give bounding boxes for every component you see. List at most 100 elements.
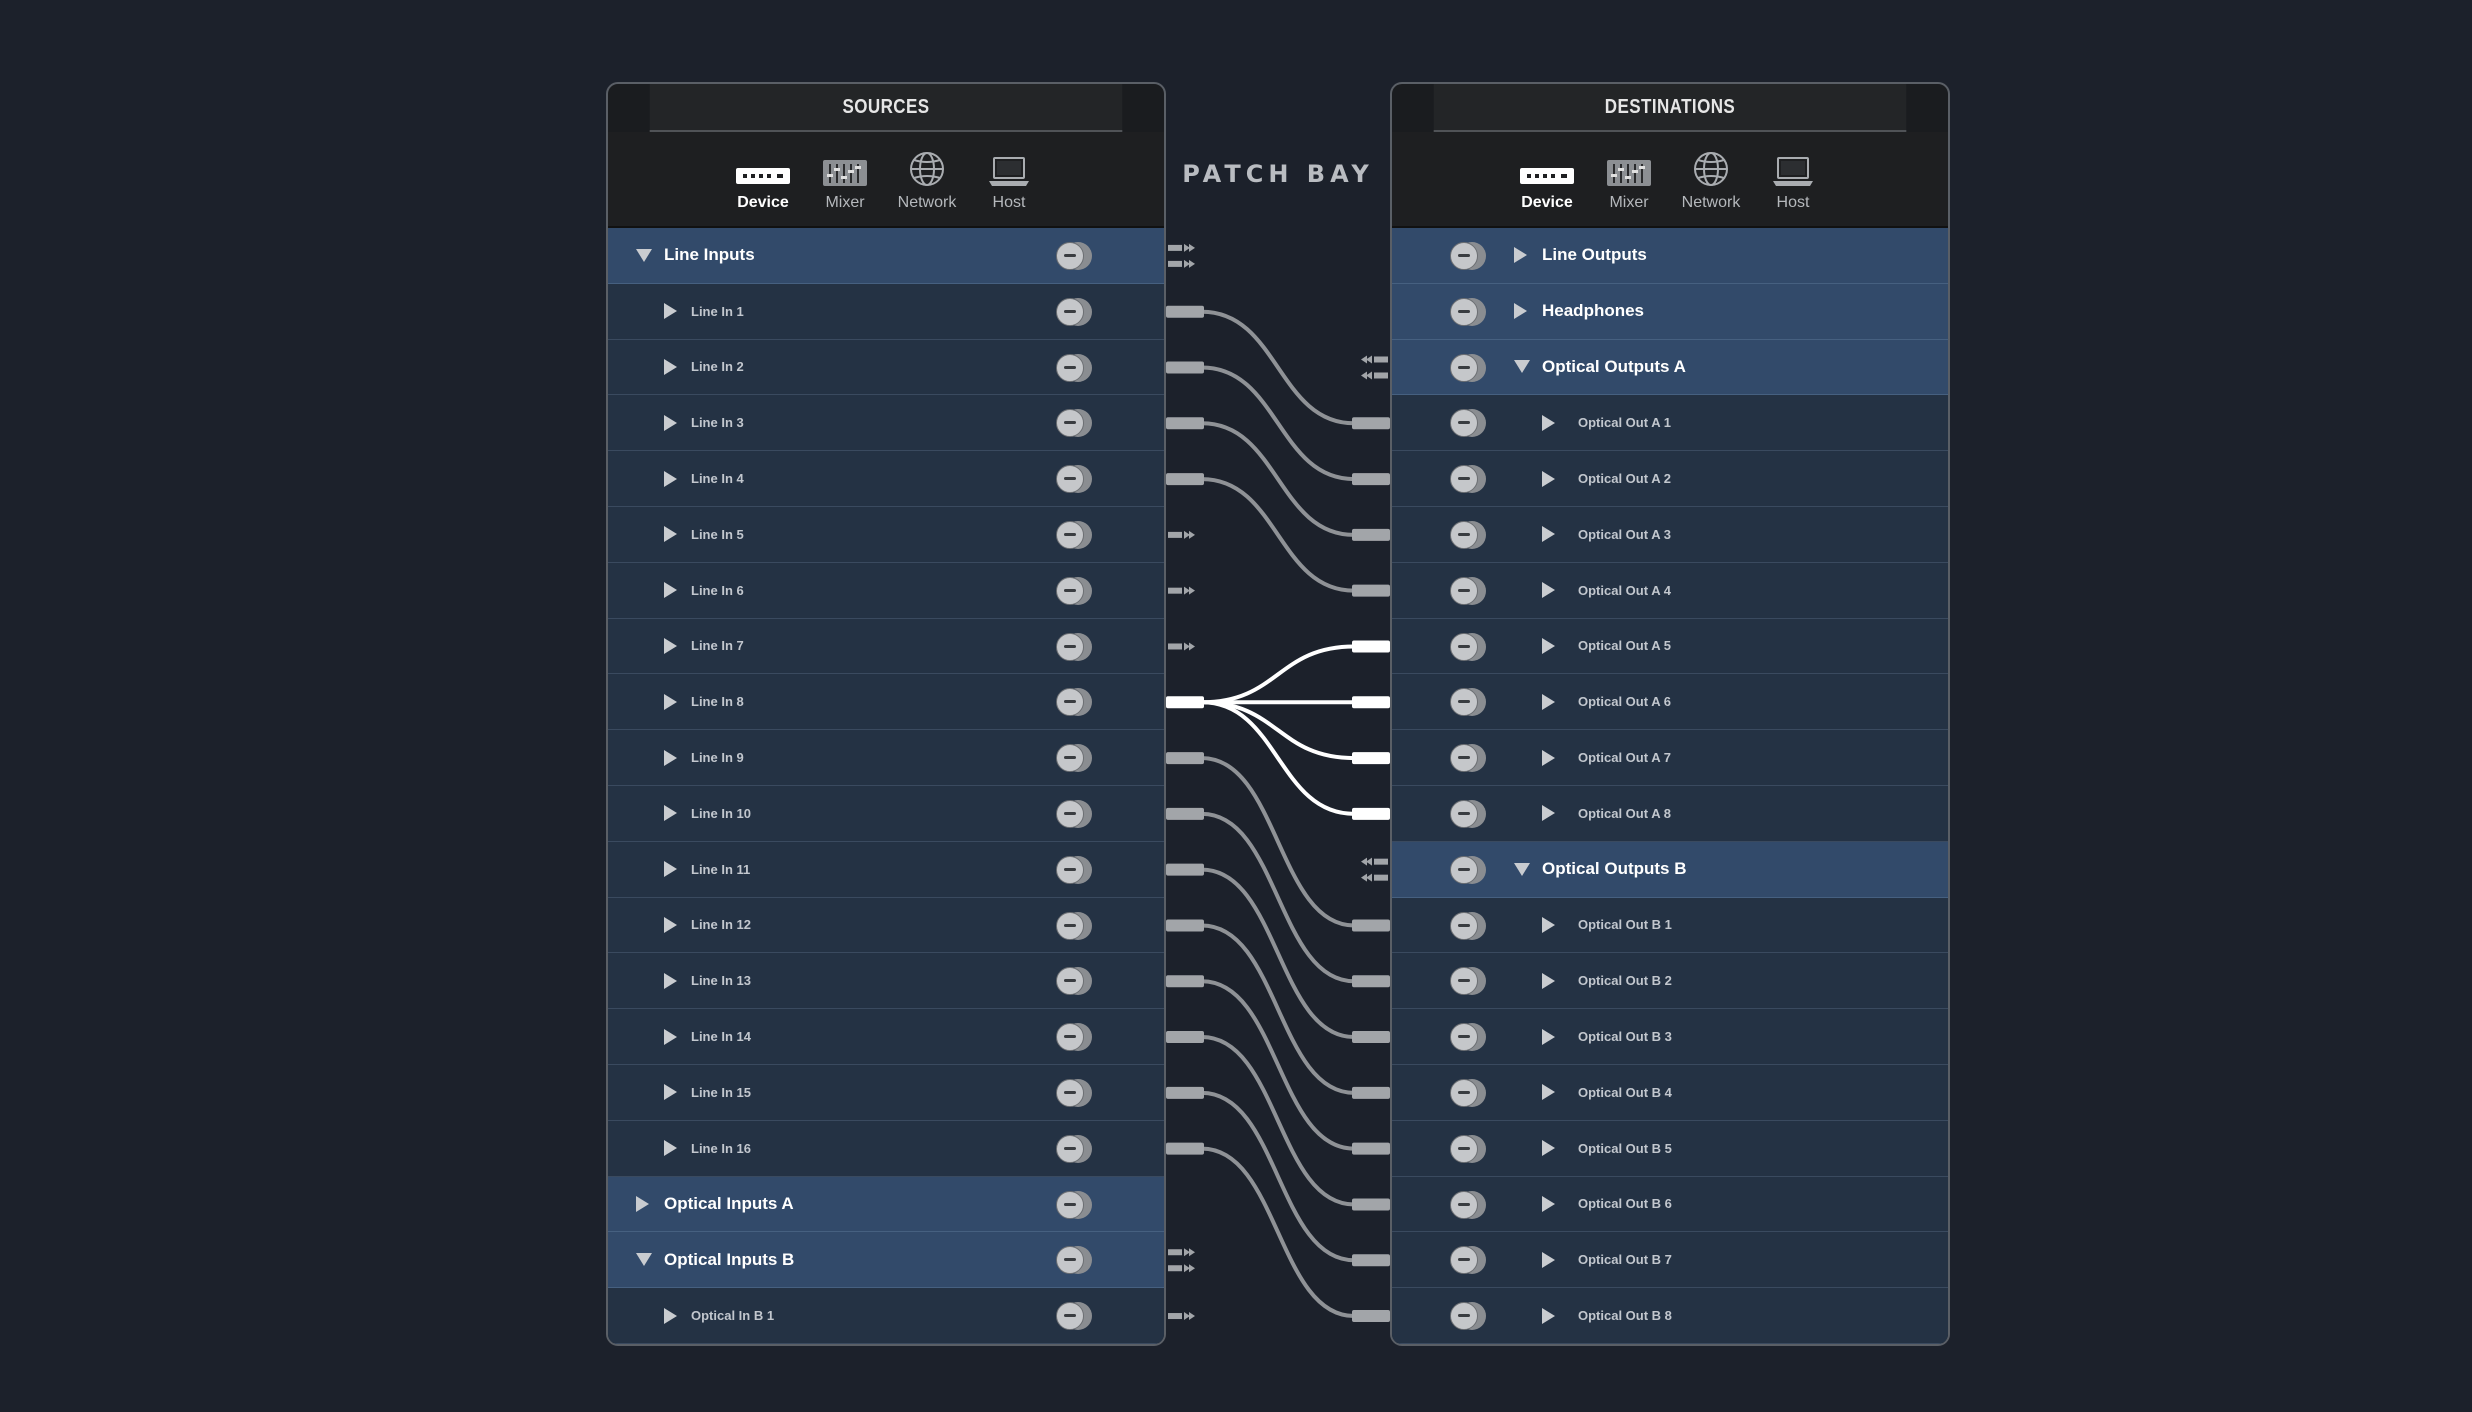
sources-tab-mixer[interactable]: Mixer [816, 132, 874, 226]
disclosure-triangle-right-icon[interactable] [1542, 414, 1555, 431]
source-channel-row[interactable]: Line In 13 [608, 953, 1164, 1010]
mute-toggle-icon[interactable] [1056, 297, 1092, 326]
disclosure-triangle-right-icon[interactable] [1514, 247, 1527, 264]
disclosure-triangle-right-icon[interactable] [664, 916, 677, 933]
disclosure-triangle-right-icon[interactable] [1542, 972, 1555, 989]
source-channel-row[interactable]: Line In 14 [608, 1009, 1164, 1065]
disclosure-triangle-right-icon[interactable] [664, 1084, 677, 1101]
mute-toggle-icon[interactable] [1450, 576, 1486, 605]
disclosure-triangle-down-icon[interactable] [636, 248, 652, 262]
disclosure-triangle-right-icon[interactable] [1542, 526, 1555, 543]
mute-toggle-icon[interactable] [1056, 1246, 1092, 1275]
mute-toggle-icon[interactable] [1450, 297, 1486, 326]
mute-toggle-icon[interactable] [1450, 855, 1486, 884]
disclosure-triangle-right-icon[interactable] [1542, 1140, 1555, 1157]
source-channel-row[interactable]: Line In 5 [608, 506, 1164, 563]
mute-toggle-icon[interactable] [1450, 1023, 1486, 1052]
disclosure-triangle-right-icon[interactable] [664, 749, 677, 766]
disclosure-triangle-right-icon[interactable] [1542, 749, 1555, 766]
disclosure-triangle-right-icon[interactable] [664, 582, 677, 599]
mute-toggle-icon[interactable] [1056, 688, 1092, 717]
disclosure-triangle-right-icon[interactable] [664, 358, 677, 375]
disclosure-triangle-right-icon[interactable] [664, 526, 677, 543]
disclosure-triangle-right-icon[interactable] [1542, 1084, 1555, 1101]
disclosure-triangle-right-icon[interactable] [664, 1028, 677, 1045]
destination-channel-row[interactable]: Optical Out A 6 [1392, 674, 1948, 731]
source-channel-row[interactable]: Optical In B 1 [608, 1288, 1164, 1344]
disclosure-triangle-right-icon[interactable] [664, 805, 677, 822]
destination-channel-row[interactable]: Optical Out A 3 [1392, 506, 1948, 563]
mute-toggle-icon[interactable] [1056, 409, 1092, 438]
mute-toggle-icon[interactable] [1450, 632, 1486, 661]
mute-toggle-icon[interactable] [1056, 242, 1092, 270]
mute-toggle-icon[interactable] [1450, 353, 1486, 382]
source-channel-row[interactable]: Line In 9 [608, 730, 1164, 786]
source-group-row[interactable]: Optical Inputs A [608, 1176, 1164, 1233]
mute-toggle-icon[interactable] [1450, 465, 1486, 494]
destination-group-row[interactable]: Optical Outputs B [1392, 841, 1948, 898]
mute-toggle-icon[interactable] [1056, 465, 1092, 494]
disclosure-triangle-right-icon[interactable] [664, 693, 677, 710]
destination-channel-row[interactable]: Optical Out B 5 [1392, 1120, 1948, 1177]
mute-toggle-icon[interactable] [1056, 1190, 1092, 1219]
disclosure-triangle-right-icon[interactable] [1542, 582, 1555, 599]
mute-toggle-icon[interactable] [1450, 911, 1486, 940]
disclosure-triangle-right-icon[interactable] [664, 637, 677, 654]
destination-channel-row[interactable]: Optical Out A 4 [1392, 562, 1948, 619]
mute-toggle-icon[interactable] [1450, 1302, 1486, 1331]
mute-toggle-icon[interactable] [1450, 967, 1486, 996]
source-channel-row[interactable]: Line In 12 [608, 897, 1164, 954]
source-channel-row[interactable]: Line In 16 [608, 1120, 1164, 1177]
destinations-tab-mixer[interactable]: Mixer [1600, 132, 1658, 226]
destination-group-row[interactable]: Headphones [1392, 283, 1948, 340]
disclosure-triangle-right-icon[interactable] [636, 1195, 649, 1212]
mute-toggle-icon[interactable] [1056, 799, 1092, 828]
disclosure-triangle-down-icon[interactable] [1514, 862, 1530, 876]
disclosure-triangle-down-icon[interactable] [1514, 360, 1530, 374]
destination-channel-row[interactable]: Optical Out B 2 [1392, 953, 1948, 1010]
source-channel-row[interactable]: Line In 7 [608, 618, 1164, 675]
source-channel-row[interactable]: Line In 2 [608, 339, 1164, 396]
disclosure-triangle-right-icon[interactable] [664, 470, 677, 487]
disclosure-triangle-right-icon[interactable] [664, 303, 677, 320]
source-channel-row[interactable]: Line In 1 [608, 283, 1164, 340]
destination-channel-row[interactable]: Optical Out A 8 [1392, 785, 1948, 842]
source-channel-row[interactable]: Line In 15 [608, 1064, 1164, 1121]
source-channel-row[interactable]: Line In 4 [608, 451, 1164, 507]
disclosure-triangle-right-icon[interactable] [1514, 303, 1527, 320]
destinations-tab-device[interactable]: Device [1518, 132, 1576, 226]
destination-channel-row[interactable]: Optical Out B 7 [1392, 1232, 1948, 1289]
mute-toggle-icon[interactable] [1450, 520, 1486, 549]
disclosure-triangle-right-icon[interactable] [664, 414, 677, 431]
mute-toggle-icon[interactable] [1056, 967, 1092, 996]
destination-channel-row[interactable]: Optical Out B 3 [1392, 1009, 1948, 1065]
destination-channel-row[interactable]: Optical Out B 6 [1392, 1176, 1948, 1233]
disclosure-triangle-right-icon[interactable] [664, 1307, 677, 1324]
disclosure-triangle-right-icon[interactable] [1542, 470, 1555, 487]
source-channel-row[interactable]: Line In 6 [608, 562, 1164, 619]
mute-toggle-icon[interactable] [1056, 353, 1092, 382]
sources-tab-device[interactable]: Device [734, 132, 792, 226]
mute-toggle-icon[interactable] [1450, 744, 1486, 773]
mute-toggle-icon[interactable] [1450, 1246, 1486, 1275]
mute-toggle-icon[interactable] [1450, 1134, 1486, 1163]
disclosure-triangle-right-icon[interactable] [1542, 1195, 1555, 1212]
source-group-row[interactable]: Line Inputs [608, 228, 1164, 284]
mute-toggle-icon[interactable] [1450, 1190, 1486, 1219]
source-group-row[interactable]: Optical Inputs B [608, 1232, 1164, 1289]
mute-toggle-icon[interactable] [1056, 1302, 1092, 1331]
mute-toggle-icon[interactable] [1450, 1078, 1486, 1107]
mute-toggle-icon[interactable] [1450, 688, 1486, 717]
disclosure-triangle-right-icon[interactable] [1542, 637, 1555, 654]
mute-toggle-icon[interactable] [1450, 409, 1486, 438]
source-channel-row[interactable]: Line In 3 [608, 395, 1164, 452]
mute-toggle-icon[interactable] [1450, 242, 1486, 270]
destination-channel-row[interactable]: Optical Out B 8 [1392, 1288, 1948, 1344]
mute-toggle-icon[interactable] [1056, 632, 1092, 661]
mute-toggle-icon[interactable] [1056, 1078, 1092, 1107]
disclosure-triangle-right-icon[interactable] [1542, 1251, 1555, 1268]
disclosure-triangle-right-icon[interactable] [1542, 693, 1555, 710]
disclosure-triangle-right-icon[interactable] [664, 972, 677, 989]
source-channel-row[interactable]: Line In 8 [608, 674, 1164, 731]
disclosure-triangle-right-icon[interactable] [664, 1140, 677, 1157]
